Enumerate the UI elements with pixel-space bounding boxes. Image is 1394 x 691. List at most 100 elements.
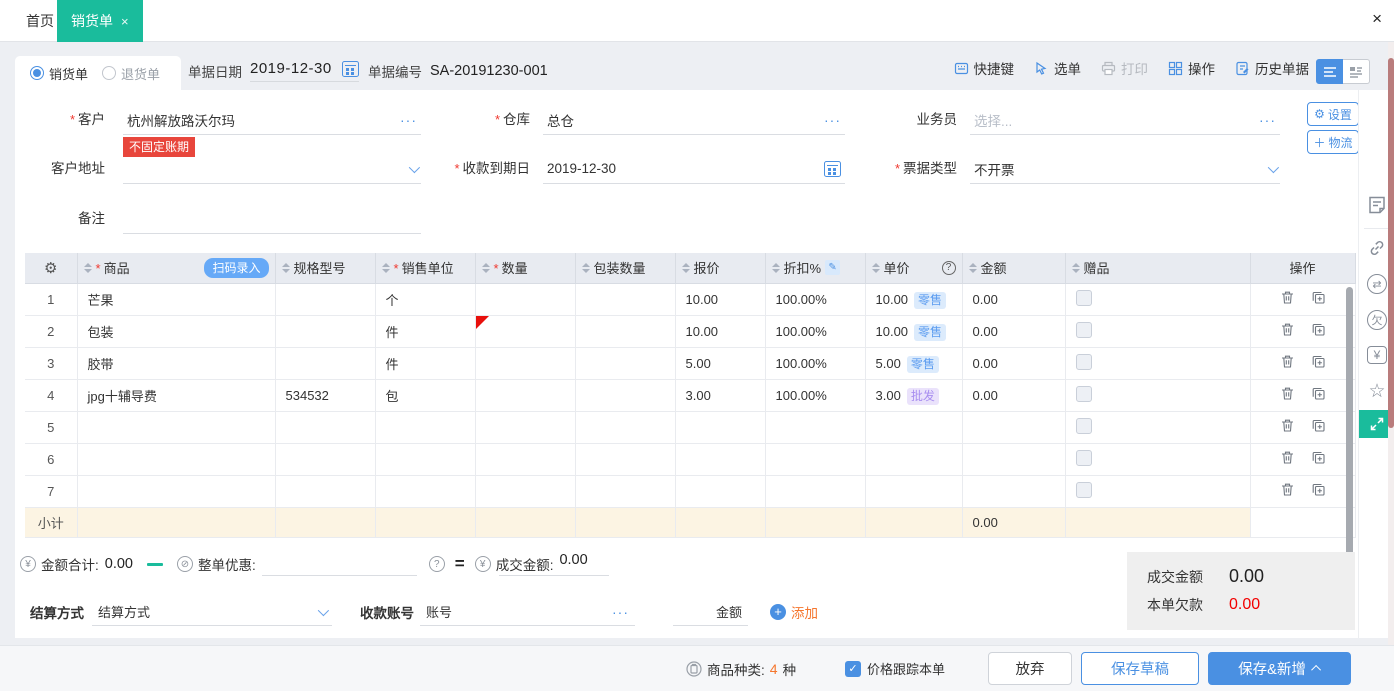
- amount-cell[interactable]: [962, 475, 1065, 507]
- deal-amount-input[interactable]: 0.00: [499, 552, 609, 576]
- delete-row-button[interactable]: [1272, 322, 1303, 340]
- sort-icon[interactable]: [969, 263, 977, 273]
- discount-cell[interactable]: 100.00%: [765, 283, 865, 315]
- chevron-down-icon[interactable]: [318, 604, 329, 615]
- quote-cell[interactable]: 5.00: [675, 347, 765, 379]
- unit-header[interactable]: 销售单位: [375, 253, 475, 283]
- operations-button[interactable]: 操作: [1168, 58, 1215, 78]
- product-cell[interactable]: [77, 411, 275, 443]
- table-scrollbar[interactable]: [1346, 287, 1353, 559]
- quote-cell[interactable]: [675, 443, 765, 475]
- qty-cell-flagged[interactable]: [475, 315, 575, 347]
- sort-icon[interactable]: [482, 263, 490, 273]
- remark-input[interactable]: [123, 204, 421, 234]
- spec-cell[interactable]: [275, 411, 375, 443]
- sort-icon[interactable]: [1072, 263, 1080, 273]
- amount-cell[interactable]: 0.00: [962, 347, 1065, 379]
- discount-cell[interactable]: 100.00%: [765, 379, 865, 411]
- copy-row-button[interactable]: [1303, 354, 1334, 372]
- add-payment-button[interactable]: + 添加: [770, 602, 818, 622]
- product-cell[interactable]: 芒果: [77, 283, 275, 315]
- discount-header[interactable]: 折扣%✎: [765, 253, 865, 283]
- copy-row-button[interactable]: [1303, 418, 1334, 436]
- price-cell[interactable]: [865, 411, 962, 443]
- tab-close-icon[interactable]: ×: [121, 14, 129, 29]
- gift-checkbox[interactable]: [1076, 482, 1092, 498]
- account-more-icon[interactable]: ···: [612, 604, 629, 620]
- calendar-icon[interactable]: [342, 61, 359, 77]
- qty-cell[interactable]: [475, 475, 575, 507]
- radio-return-order[interactable]: 退货单: [102, 64, 160, 83]
- product-cell[interactable]: [77, 443, 275, 475]
- price-cell[interactable]: [865, 475, 962, 507]
- copy-row-button[interactable]: [1303, 290, 1334, 308]
- unit-cell[interactable]: 个: [375, 283, 475, 315]
- settle-method-select[interactable]: 结算方式: [92, 598, 332, 626]
- doc-date-input[interactable]: 2019-12-30: [250, 60, 359, 82]
- price-cell[interactable]: [865, 443, 962, 475]
- pkg-qty-cell[interactable]: [575, 283, 675, 315]
- column-settings-header[interactable]: ⚙: [25, 253, 77, 283]
- sort-icon[interactable]: [872, 263, 880, 273]
- copy-row-button[interactable]: [1303, 322, 1334, 340]
- pkg-qty-header[interactable]: 包装数量: [575, 253, 675, 283]
- logistics-button[interactable]: ＋ 物流: [1307, 130, 1359, 154]
- customer-more-icon[interactable]: ···: [400, 112, 417, 128]
- delete-row-button[interactable]: [1272, 418, 1303, 436]
- tab-sales-order[interactable]: 销货单×: [57, 0, 143, 42]
- pay-amount-input[interactable]: 金额: [673, 598, 748, 626]
- sort-icon[interactable]: [282, 263, 290, 273]
- product-cell[interactable]: 包装: [77, 315, 275, 347]
- gift-header[interactable]: 赠品: [1065, 253, 1250, 283]
- amount-cell[interactable]: 0.00: [962, 315, 1065, 347]
- gift-checkbox[interactable]: [1076, 450, 1092, 466]
- help-circle-icon[interactable]: ?: [429, 556, 445, 572]
- amount-cell[interactable]: [962, 443, 1065, 475]
- unit-cell[interactable]: [375, 411, 475, 443]
- chevron-down-icon[interactable]: [1268, 161, 1279, 172]
- quote-cell[interactable]: 10.00: [675, 315, 765, 347]
- spec-cell[interactable]: 534532: [275, 379, 375, 411]
- chevron-down-icon[interactable]: [409, 161, 420, 172]
- customer-input[interactable]: 杭州解放路沃尔玛 ···: [123, 105, 421, 135]
- pkg-qty-cell[interactable]: [575, 315, 675, 347]
- gift-checkbox[interactable]: [1076, 418, 1092, 434]
- price-track-checkbox[interactable]: ✓ 价格跟踪本单: [845, 659, 945, 678]
- radio-sales-order[interactable]: 销货单: [30, 64, 88, 83]
- spec-header[interactable]: 规格型号: [275, 253, 375, 283]
- product-cell[interactable]: jpg十辅导费: [77, 379, 275, 411]
- bill-type-select[interactable]: 不开票: [970, 154, 1280, 184]
- gift-checkbox[interactable]: [1076, 386, 1092, 402]
- discount-cell[interactable]: [765, 475, 865, 507]
- discount-cell[interactable]: [765, 443, 865, 475]
- spec-cell[interactable]: [275, 315, 375, 347]
- qty-cell[interactable]: [475, 347, 575, 379]
- history-button[interactable]: 历史单据: [1235, 58, 1309, 78]
- unit-cell[interactable]: [375, 475, 475, 507]
- gift-checkbox[interactable]: [1076, 354, 1092, 370]
- discount-cell[interactable]: [765, 411, 865, 443]
- cancel-button[interactable]: 放弃: [988, 652, 1072, 685]
- help-icon[interactable]: ?: [942, 261, 956, 275]
- settings-button[interactable]: ⚙ 设置: [1307, 102, 1359, 126]
- pkg-qty-cell[interactable]: [575, 379, 675, 411]
- save-and-new-button[interactable]: 保存&新增: [1208, 652, 1351, 685]
- product-cell[interactable]: 胶带: [77, 347, 275, 379]
- qty-cell[interactable]: [475, 411, 575, 443]
- unit-cell[interactable]: 包: [375, 379, 475, 411]
- amount-cell[interactable]: 0.00: [962, 283, 1065, 315]
- amount-header[interactable]: 金额: [962, 253, 1065, 283]
- hotkey-button[interactable]: 快捷键: [954, 58, 1015, 78]
- pkg-qty-cell[interactable]: [575, 443, 675, 475]
- spec-cell[interactable]: [275, 475, 375, 507]
- price-cell[interactable]: 5.00零售: [865, 347, 962, 379]
- window-close-icon[interactable]: ×: [1372, 9, 1382, 29]
- sort-icon[interactable]: [582, 263, 590, 273]
- salesman-input[interactable]: 选择... ···: [970, 105, 1280, 135]
- discount-cell[interactable]: 100.00%: [765, 315, 865, 347]
- discount-cell[interactable]: 100.00%: [765, 347, 865, 379]
- copy-row-button[interactable]: [1303, 386, 1334, 404]
- qty-header[interactable]: 数量: [475, 253, 575, 283]
- quote-cell[interactable]: 3.00: [675, 379, 765, 411]
- qty-cell[interactable]: [475, 379, 575, 411]
